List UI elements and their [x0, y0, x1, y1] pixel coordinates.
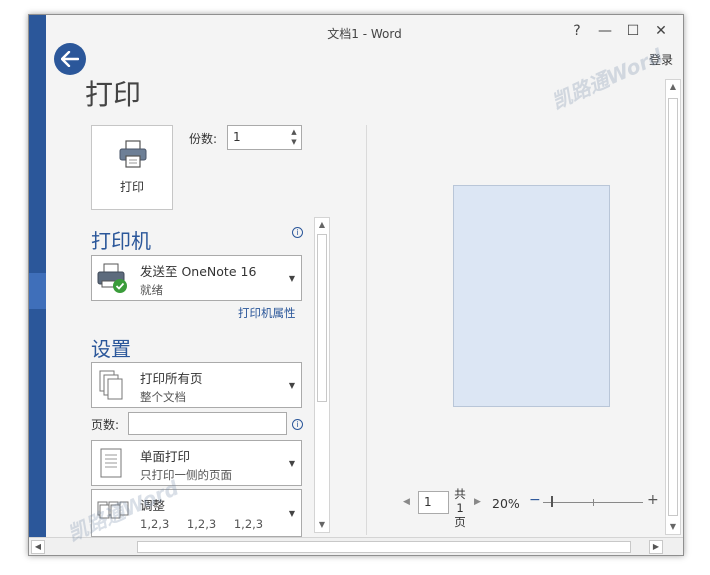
total-pages-count: 1: [456, 501, 464, 515]
back-button[interactable]: [54, 43, 86, 75]
minimize-button[interactable]: —: [591, 21, 619, 41]
settings-heading: 设置: [91, 337, 131, 361]
prev-page-icon[interactable]: ◀: [403, 497, 410, 507]
printer-icon: [119, 140, 147, 168]
word-window: 文档1 - Word ? — ☐ ✕ 登录 打印 打印 份数: 1 ▲ ▼ ▲ ▼…: [28, 14, 684, 556]
total-pages-suffix: 页: [454, 515, 466, 529]
maximize-button[interactable]: ☐: [619, 21, 647, 41]
print-range-title: 打印所有页: [140, 371, 203, 386]
hscroll-thumb[interactable]: [137, 541, 631, 553]
settings-scrollbar[interactable]: ▲ ▼: [314, 217, 330, 533]
pane-divider: [366, 125, 367, 535]
scroll-down-icon[interactable]: ▼: [666, 520, 680, 534]
print-preview-page: [453, 185, 610, 407]
copies-stepper[interactable]: 1 ▲ ▼: [227, 125, 302, 150]
zoom-in-icon[interactable]: +: [647, 492, 659, 508]
printer-name: 发送至 OneNote 16: [140, 264, 257, 279]
pages-icon: [99, 370, 123, 400]
scroll-up-icon[interactable]: ▲: [315, 218, 329, 232]
print-button-label: 打印: [119, 180, 144, 194]
pages-input[interactable]: [128, 412, 287, 435]
info-icon[interactable]: i: [292, 227, 303, 238]
backstage-rail: [29, 15, 46, 555]
page-title: 打印: [85, 78, 142, 111]
zoom-level[interactable]: 20%: [492, 496, 520, 511]
collate-part: 1,2,3: [140, 517, 170, 531]
onenote-printer-icon: [97, 263, 127, 293]
window-controls: ? — ☐ ✕: [563, 21, 675, 41]
scroll-thumb[interactable]: [668, 98, 678, 516]
printer-status: 就绪: [140, 283, 163, 297]
printer-properties-link[interactable]: 打印机属性: [238, 305, 296, 321]
current-page-input[interactable]: 1: [418, 491, 449, 514]
chevron-down-icon: ▼: [288, 274, 295, 283]
zoom-out-icon[interactable]: −: [529, 492, 541, 508]
scroll-up-icon[interactable]: ▲: [666, 80, 680, 94]
zoom-slider-handle[interactable]: [551, 496, 553, 507]
chevron-down-icon: ▼: [288, 381, 295, 390]
next-page-icon[interactable]: ▶: [474, 497, 481, 507]
collate-part: 1,2,3: [186, 517, 217, 531]
help-button[interactable]: ?: [563, 21, 591, 41]
collate-subtitle: 1,2,3 1,2,3 1,2,3: [140, 517, 263, 531]
title-bar: 文档1 - Word ? — ☐ ✕: [46, 15, 683, 49]
copies-value: 1: [233, 130, 241, 144]
chevron-down-icon: ▼: [288, 509, 295, 518]
back-arrow-icon: [61, 51, 79, 67]
info-icon[interactable]: i: [292, 419, 303, 430]
pages-label: 页数:: [91, 418, 120, 432]
sides-title: 单面打印: [140, 449, 191, 464]
zoom-slider-tick: [593, 499, 594, 506]
collate-part: 1,2,3: [233, 517, 264, 531]
horizontal-scrollbar[interactable]: ◀ ▶: [29, 537, 683, 555]
total-pages: 共 1 页: [453, 487, 467, 529]
print-button[interactable]: 打印: [91, 125, 173, 210]
print-range-subtitle: 整个文档: [140, 390, 186, 404]
rail-highlight: [29, 273, 46, 309]
printer-heading: 打印机: [91, 229, 151, 253]
scroll-down-icon[interactable]: ▼: [315, 518, 329, 532]
close-button[interactable]: ✕: [647, 21, 675, 41]
copies-label: 份数:: [189, 132, 218, 146]
preview-scrollbar[interactable]: ▲ ▼: [665, 79, 681, 535]
printer-select[interactable]: 发送至 OneNote 16 就绪 ▼: [91, 255, 302, 301]
watermark: 凯路通Word: [547, 43, 667, 115]
spin-up-icon[interactable]: ▲: [289, 127, 299, 137]
scroll-left-icon[interactable]: ◀: [31, 540, 45, 554]
single-sided-icon: [100, 448, 122, 478]
scroll-right-icon[interactable]: ▶: [649, 540, 663, 554]
chevron-down-icon: ▼: [288, 459, 295, 468]
copies-spin-buttons[interactable]: ▲ ▼: [289, 127, 299, 148]
spin-down-icon[interactable]: ▼: [289, 137, 299, 147]
scroll-thumb[interactable]: [317, 234, 327, 402]
sides-select[interactable]: 单面打印 只打印一侧的页面 ▼: [91, 440, 302, 486]
total-pages-prefix: 共: [454, 487, 466, 501]
print-range-select[interactable]: 打印所有页 整个文档 ▼: [91, 362, 302, 408]
